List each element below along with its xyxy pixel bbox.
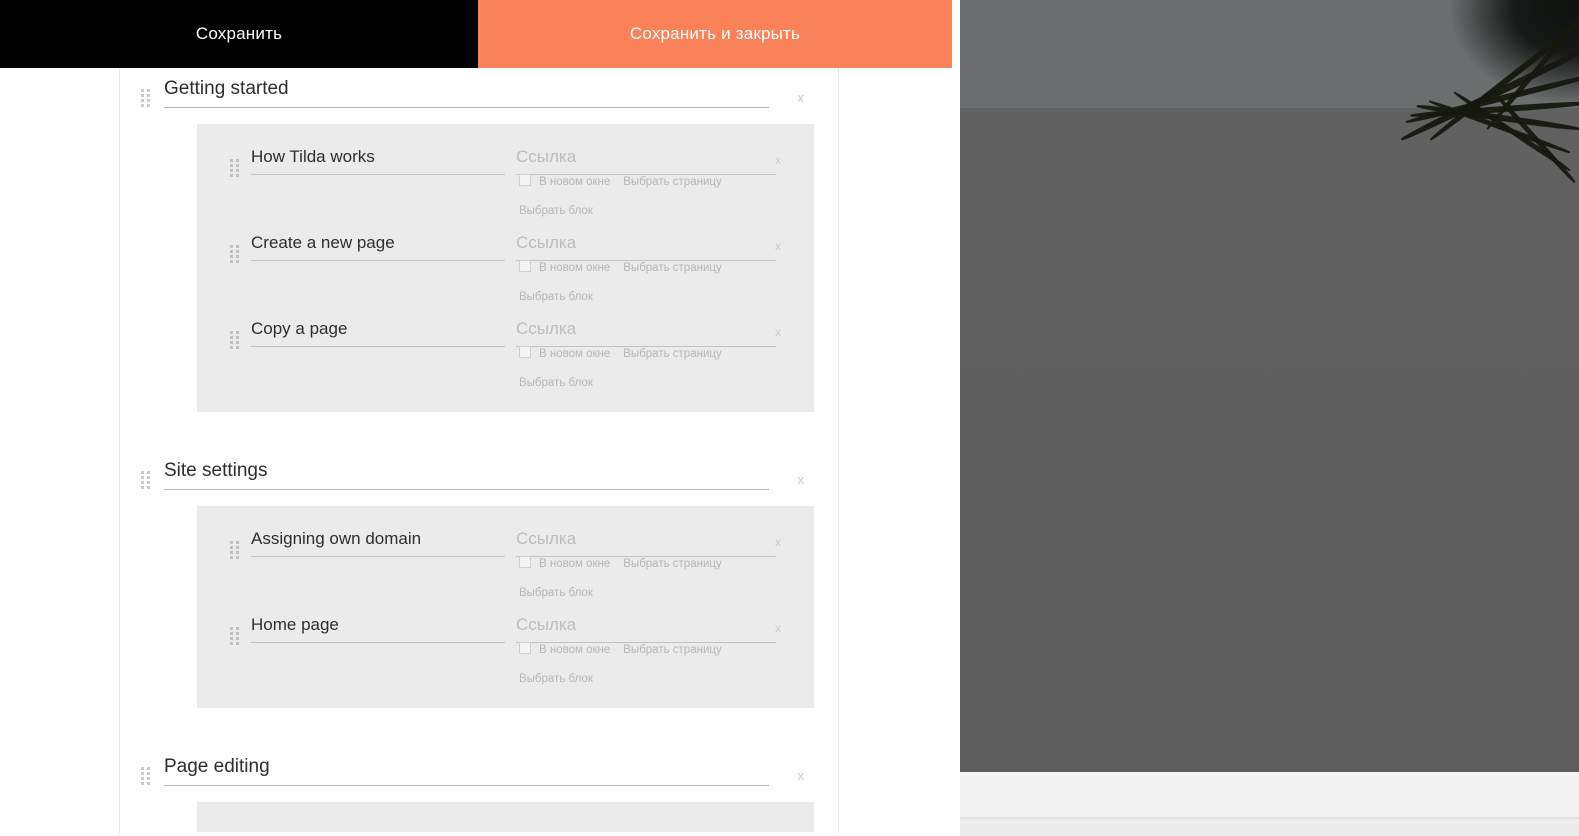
new-window-label: В новом окне [539, 644, 611, 656]
new-window-label: В новом окне [539, 262, 611, 274]
delete-subitem-button[interactable]: x [775, 621, 781, 635]
new-window-label: В новом окне [539, 558, 611, 570]
delete-subitem-button[interactable]: x [775, 325, 781, 339]
delete-subitem-button[interactable]: x [775, 535, 781, 549]
subitem-title-wrap [251, 317, 505, 347]
new-window-label: В новом окне [539, 176, 611, 188]
new-window-checkbox[interactable] [519, 174, 531, 186]
choose-block-link[interactable]: Выбрать блок [519, 377, 593, 389]
choose-block-link[interactable]: Выбрать блок [519, 205, 593, 217]
subitem-title-input[interactable] [251, 527, 505, 557]
delete-section-button[interactable]: x [798, 90, 805, 105]
drag-handle-icon[interactable] [230, 245, 239, 263]
subitem-options: В новом окне Выбрать страницу [519, 174, 722, 188]
subitem-title-wrap [251, 613, 505, 643]
subitem-title-wrap [251, 527, 505, 557]
menu-editor-panel: Сохранить Сохранить и закрыть x [0, 0, 960, 835]
section-title-input[interactable] [164, 754, 769, 786]
choose-block-link[interactable]: Выбрать блок [519, 673, 593, 685]
delete-section-button[interactable]: x [798, 472, 805, 487]
menu-section-header: x [120, 450, 838, 506]
subitem-options-second: Выбрать блок [519, 583, 593, 601]
subitem-link-wrap [516, 317, 776, 347]
new-window-checkbox[interactable] [519, 260, 531, 272]
save-button[interactable]: Сохранить [0, 0, 478, 68]
new-window-checkbox[interactable] [519, 556, 531, 568]
drag-handle-icon[interactable] [141, 89, 150, 107]
subitem-link-input[interactable] [516, 317, 776, 347]
menu-items-list: x x В новом окне [119, 68, 839, 835]
menu-subitems-group: x В новом окне Выбрать страницу Выбрать … [197, 506, 814, 708]
subitem-title-input[interactable] [251, 613, 505, 643]
menu-subitem-row: x В новом окне Выбрать страницу Выбрать … [197, 315, 814, 401]
delete-subitem-button[interactable]: x [775, 153, 781, 167]
subitem-options: В новом окне Выбрать страницу [519, 556, 722, 570]
action-bar: Сохранить Сохранить и закрыть [0, 0, 952, 68]
subitem-options-second: Выбрать блок [519, 287, 593, 305]
new-window-label: В новом окне [539, 348, 611, 360]
site-footer-band-lower [960, 818, 1579, 836]
subitem-options: В новом окне Выбрать страницу [519, 346, 722, 360]
menu-subitems-group [197, 802, 814, 832]
drag-handle-icon[interactable] [230, 331, 239, 349]
subitem-link-wrap [516, 527, 776, 557]
subitem-link-wrap [516, 613, 776, 643]
subitem-link-input[interactable] [516, 145, 776, 175]
site-footer-band [960, 772, 1579, 818]
menu-subitem-row: x В новом окне Выбрать страницу Выбрать … [197, 525, 814, 611]
subitem-link-wrap [516, 145, 776, 175]
subitem-link-input[interactable] [516, 527, 776, 557]
subitem-options: В новом окне Выбрать страницу [519, 260, 722, 274]
choose-page-link[interactable]: Выбрать страницу [623, 176, 721, 188]
section-title-field-wrap [164, 754, 769, 786]
menu-section: x x В новом окне [120, 450, 838, 746]
section-title-field-wrap [164, 76, 769, 108]
drag-handle-icon[interactable] [230, 541, 239, 559]
menu-subitems-group: x В новом окне Выбрать страницу Выбрать … [197, 124, 814, 412]
new-window-checkbox[interactable] [519, 346, 531, 358]
choose-page-link[interactable]: Выбрать страницу [623, 348, 721, 360]
hero-image-palm [960, 0, 1579, 772]
choose-page-link[interactable]: Выбрать страницу [623, 558, 721, 570]
subitem-title-wrap [251, 145, 505, 175]
new-window-checkbox[interactable] [519, 642, 531, 654]
subitem-link-input[interactable] [516, 613, 776, 643]
menu-subitem-row: x В новом окне Выбрать страницу Выбрать … [197, 229, 814, 315]
choose-page-link[interactable]: Выбрать страницу [623, 644, 721, 656]
subitem-title-input[interactable] [251, 145, 505, 175]
drag-handle-icon[interactable] [141, 767, 150, 785]
choose-page-link[interactable]: Выбрать страницу [623, 262, 721, 274]
menu-section-header: x [120, 68, 838, 124]
choose-block-link[interactable]: Выбрать блок [519, 291, 593, 303]
subitem-title-input[interactable] [251, 231, 505, 261]
subitem-link-input[interactable] [516, 231, 776, 261]
drag-handle-icon[interactable] [141, 471, 150, 489]
subitem-options-second: Выбрать блок [519, 373, 593, 391]
subitem-title-input[interactable] [251, 317, 505, 347]
menu-section: x [120, 746, 838, 832]
menu-section: x x В новом окне [120, 68, 838, 450]
subitem-options-second: Выбрать блок [519, 669, 593, 687]
subitem-link-wrap [516, 231, 776, 261]
section-title-input[interactable] [164, 76, 769, 108]
drag-handle-icon[interactable] [230, 159, 239, 177]
delete-section-button[interactable]: x [798, 768, 805, 783]
subitem-title-wrap [251, 231, 505, 261]
menu-section-header: x [120, 746, 838, 802]
menu-subitem-row: x В новом окне Выбрать страницу Выбрать … [197, 611, 814, 697]
drag-handle-icon[interactable] [230, 627, 239, 645]
menu-subitem-row: x В новом окне Выбрать страницу Выбрать … [197, 143, 814, 229]
delete-subitem-button[interactable]: x [775, 239, 781, 253]
section-title-input[interactable] [164, 458, 769, 490]
choose-block-link[interactable]: Выбрать блок [519, 587, 593, 599]
section-title-field-wrap [164, 458, 769, 490]
save-and-close-button[interactable]: Сохранить и закрыть [478, 0, 952, 68]
subitem-options: В новом окне Выбрать страницу [519, 642, 722, 656]
subitem-options-second: Выбрать блок [519, 201, 593, 219]
